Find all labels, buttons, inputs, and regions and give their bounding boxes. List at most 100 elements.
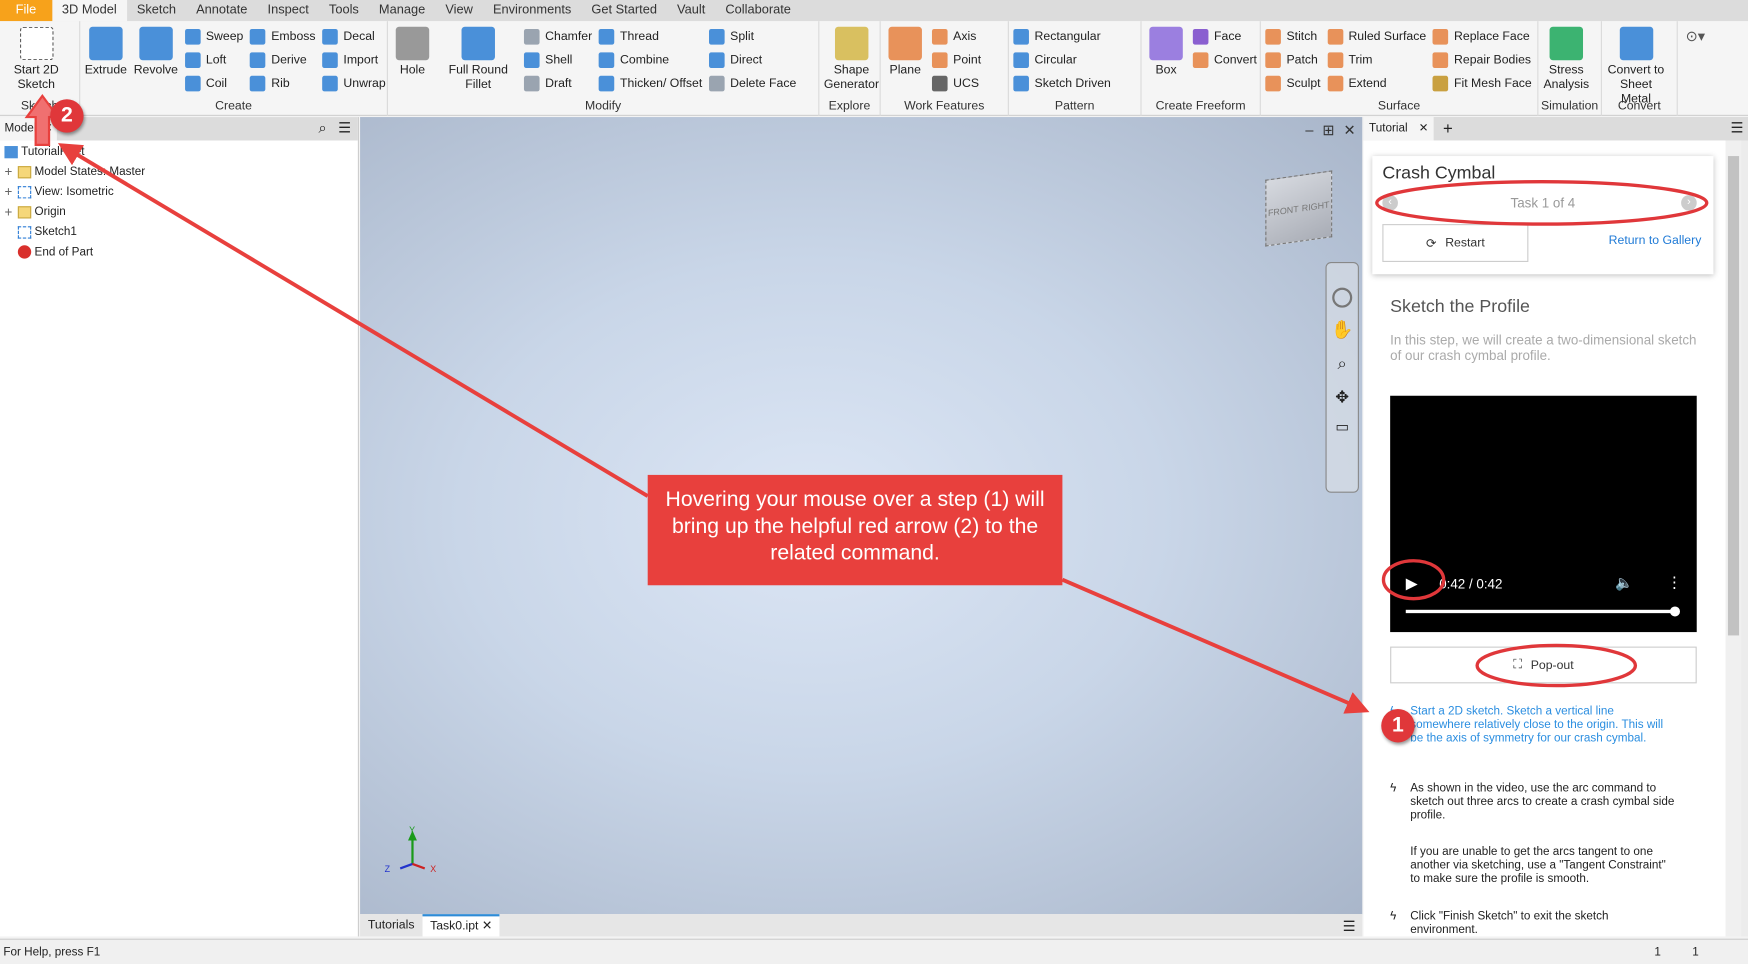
delete-face-button[interactable]: Delete Face	[708, 71, 796, 94]
restore-icon[interactable]: ⊞	[1322, 122, 1334, 140]
menu-icon[interactable]: ☰	[338, 119, 351, 137]
tab-tools[interactable]: Tools	[319, 0, 369, 21]
direct-button[interactable]: Direct	[708, 48, 796, 71]
return-to-gallery-link[interactable]: Return to Gallery	[1609, 234, 1702, 247]
circular-button[interactable]: Circular	[1013, 48, 1111, 71]
tutorial-tab[interactable]: Tutorial ✕	[1363, 117, 1435, 141]
play-button[interactable]: ▶	[1406, 574, 1418, 593]
scrollbar-thumb[interactable]	[1727, 156, 1740, 636]
plane-button[interactable]: Plane	[885, 25, 925, 79]
tab-get-started[interactable]: Get Started	[581, 0, 667, 21]
ruled-surface-button[interactable]: Ruled Surface	[1327, 25, 1426, 48]
tree-item-end-of-part[interactable]: End of Part	[17, 242, 93, 262]
decal-button[interactable]: Decal	[322, 25, 385, 48]
video-player[interactable]: ▶ 0:42 / 0:42 🔈 ⋮	[1390, 395, 1697, 633]
volume-icon[interactable]: 🔈	[1615, 574, 1633, 592]
menu-icon[interactable]: ☰	[1731, 119, 1744, 137]
video-progress-handle[interactable]	[1669, 606, 1681, 617]
minimize-icon[interactable]: –	[1305, 122, 1313, 140]
orbit-icon[interactable]: ✥	[1327, 387, 1358, 407]
box-button[interactable]: Box	[1146, 25, 1186, 79]
split-button[interactable]: Split	[708, 25, 796, 48]
tutorial-scrollbar[interactable]	[1725, 140, 1742, 937]
tab-collaborate[interactable]: Collaborate	[715, 0, 801, 21]
combine-button[interactable]: Combine	[598, 48, 702, 71]
extrude-button[interactable]: Extrude	[85, 25, 127, 79]
tab-sketch[interactable]: Sketch	[127, 0, 186, 21]
start-2d-sketch-button[interactable]: Start 2D Sketch	[4, 25, 68, 93]
trim-button[interactable]: Trim	[1327, 48, 1426, 71]
full-round-fillet-button[interactable]: Full Round Fillet	[439, 25, 517, 93]
close-icon[interactable]: ✕	[482, 920, 492, 933]
ucs-button[interactable]: UCS	[931, 71, 981, 94]
hole-button[interactable]: Hole	[392, 25, 432, 79]
emboss-button[interactable]: Emboss	[250, 25, 316, 48]
stress-analysis-button[interactable]: Stress Analysis	[1543, 25, 1590, 93]
sculpt-button[interactable]: Sculpt	[1265, 71, 1321, 94]
tab-environments[interactable]: Environments	[483, 0, 581, 21]
add-tab-icon[interactable]: +	[1443, 119, 1453, 138]
expand-icon[interactable]: +	[4, 184, 15, 200]
view-cube[interactable]: FRONT RIGHT	[1265, 170, 1333, 247]
close-icon[interactable]: ✕	[1343, 122, 1355, 140]
doc-tab-task0[interactable]: Task0.ipt ✕	[422, 914, 500, 937]
step-item-1[interactable]: ϟStart a 2D sketch. Sketch a vertical li…	[1390, 705, 1674, 745]
thread-button[interactable]: Thread	[598, 25, 702, 48]
zoom-icon[interactable]: ⌕	[1327, 355, 1358, 374]
pan-icon[interactable]: ✋	[1327, 319, 1358, 341]
tab-file[interactable]: File	[0, 0, 52, 22]
step-item-3[interactable]: ϟ Click "Finish Sketch" to exit the sketc…	[1390, 910, 1674, 937]
replace-face-button[interactable]: Replace Face	[1432, 25, 1532, 48]
shell-button[interactable]: Shell	[523, 48, 592, 71]
fit-mesh-face-button[interactable]: Fit Mesh Face	[1432, 71, 1532, 94]
tree-item-sketch1[interactable]: Sketch1	[17, 222, 77, 242]
tree-item-model-states[interactable]: + Model States: Master	[4, 162, 145, 182]
sweep-button[interactable]: Sweep	[184, 25, 243, 48]
viewcube-right[interactable]: RIGHT	[1302, 199, 1330, 213]
tab-inspect[interactable]: Inspect	[257, 0, 318, 21]
tab-annotate[interactable]: Annotate	[186, 0, 257, 21]
unwrap-button[interactable]: Unwrap	[322, 71, 386, 94]
restart-button[interactable]: ⟳ Restart	[1382, 224, 1529, 262]
step-item-2[interactable]: ϟ As shown in the video, use the arc comm…	[1390, 781, 1674, 821]
derive-button[interactable]: Derive	[250, 48, 315, 71]
tree-item-origin[interactable]: + Origin	[4, 202, 65, 222]
extend-button[interactable]: Extend	[1327, 71, 1426, 94]
popout-button[interactable]: ⛶ Pop-out	[1390, 646, 1697, 684]
convert-button[interactable]: Convert	[1192, 48, 1257, 71]
tab-view[interactable]: View	[435, 0, 483, 21]
next-task-button[interactable]: ›	[1681, 195, 1697, 211]
tab-manage[interactable]: Manage	[369, 0, 435, 21]
customize-ribbon-icon[interactable]: ⊙▾	[1686, 28, 1705, 46]
close-icon[interactable]: ✕	[1419, 117, 1429, 140]
repair-bodies-button[interactable]: Repair Bodies	[1432, 48, 1532, 71]
chamfer-button[interactable]: Chamfer	[523, 25, 592, 48]
sketch-driven-button[interactable]: Sketch Driven	[1013, 71, 1111, 94]
more-options-icon[interactable]: ⋮	[1667, 573, 1683, 592]
tree-item-part[interactable]: TutorialFillet	[4, 142, 84, 162]
convert-to-sheet-metal-button[interactable]: Convert to Sheet Metal	[1606, 25, 1665, 107]
viewcube-front[interactable]: FRONT	[1268, 203, 1299, 217]
axis-button[interactable]: Axis	[931, 25, 981, 48]
patch-button[interactable]: Patch	[1265, 48, 1320, 71]
shape-generator-button[interactable]: Shape Generator	[824, 25, 879, 93]
face-button[interactable]: Face	[1192, 25, 1257, 48]
video-progress-track[interactable]	[1405, 609, 1676, 614]
draft-button[interactable]: Draft	[523, 71, 592, 94]
coil-button[interactable]: Coil	[184, 71, 244, 94]
steering-wheel-icon[interactable]	[1332, 287, 1353, 308]
search-icon[interactable]: ⌕	[319, 119, 327, 137]
menu-icon[interactable]: ☰	[1336, 914, 1362, 936]
rib-button[interactable]: Rib	[250, 71, 315, 94]
expand-icon[interactable]: +	[4, 164, 15, 180]
rectangular-button[interactable]: Rectangular	[1013, 25, 1111, 48]
loft-button[interactable]: Loft	[184, 48, 244, 71]
expand-icon[interactable]: +	[4, 204, 15, 220]
tab-vault[interactable]: Vault	[667, 0, 715, 21]
revolve-button[interactable]: Revolve	[134, 25, 178, 79]
stitch-button[interactable]: Stitch	[1265, 25, 1320, 48]
tree-item-view[interactable]: + View: Isometric	[4, 182, 113, 202]
thicken-offset-button[interactable]: Thicken/ Offset	[598, 71, 702, 94]
tab-3d-model[interactable]: 3D Model	[51, 0, 127, 22]
browser-tab-model[interactable]: Model ✕	[0, 117, 58, 141]
